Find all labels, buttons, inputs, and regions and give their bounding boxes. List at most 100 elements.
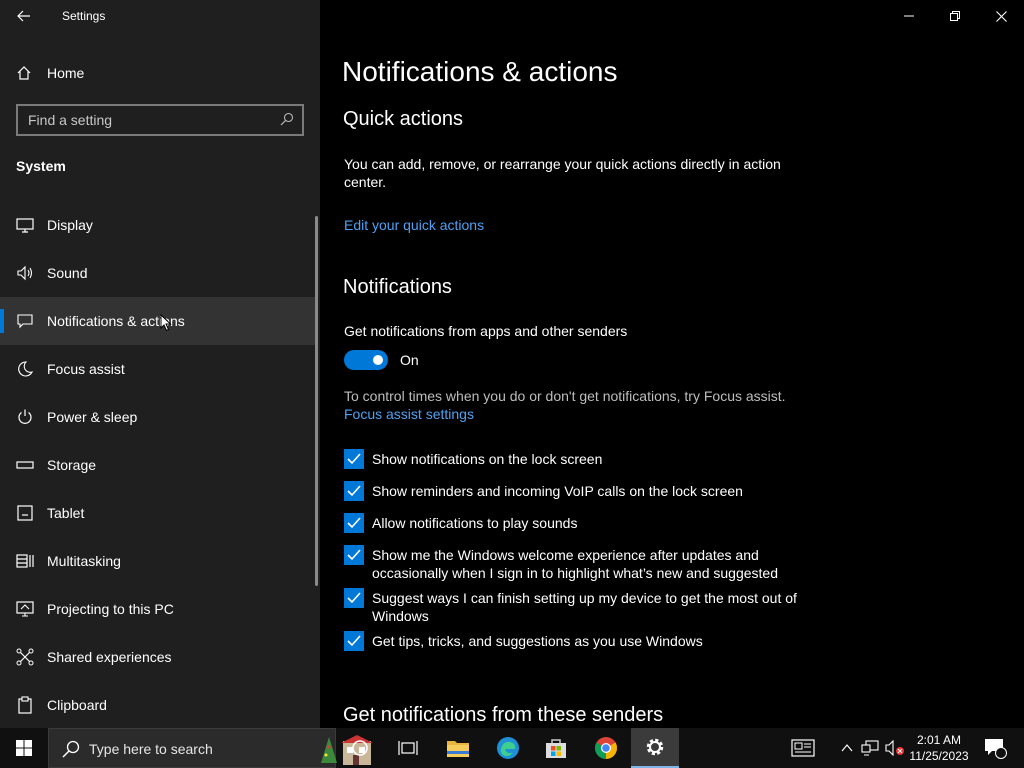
sidebar-scrollbar[interactable] (315, 216, 318, 586)
sidebar-item-sound[interactable]: Sound (0, 249, 316, 297)
title-bar: Settings (0, 0, 320, 32)
projecting-icon (16, 601, 34, 617)
sidebar-item-focus-assist[interactable]: Focus assist (0, 345, 316, 393)
edge-icon (497, 737, 519, 759)
restore-icon (950, 11, 960, 21)
sidebar-nav: Display Sound Notifications & actions Fo… (0, 201, 320, 729)
network-button[interactable] (858, 728, 882, 768)
page-title: Notifications & actions (342, 56, 618, 87)
sidebar-item-label: Tablet (47, 505, 85, 521)
message-icon (17, 314, 33, 329)
folder-icon (447, 741, 469, 757)
sidebar-item-shared-experiences[interactable]: Shared experiences (0, 633, 316, 681)
sidebar-item-notifications[interactable]: Notifications & actions (0, 297, 316, 345)
checkbox-label: Get tips, tricks, and suggestions as you… (372, 633, 703, 649)
checkmark-icon (347, 517, 361, 529)
checkbox[interactable] (344, 545, 364, 565)
checkbox[interactable] (344, 588, 364, 608)
news-widget-button[interactable] (786, 728, 820, 768)
sidebar-item-display[interactable]: Display (0, 201, 316, 249)
edge-button[interactable] (484, 728, 532, 768)
notifications-heading: Notifications (343, 276, 452, 298)
toggle-state-label: On (400, 352, 419, 368)
edit-quick-actions-link[interactable]: Edit your quick actions (344, 217, 484, 233)
close-button[interactable] (978, 0, 1024, 32)
focus-assist-hint: To control times when you do or don't ge… (344, 388, 786, 404)
sidebar-item-power-sleep[interactable]: Power & sleep (0, 393, 316, 441)
sidebar-item-projecting[interactable]: Projecting to this PC (0, 585, 316, 633)
multitasking-icon (16, 554, 34, 568)
start-button[interactable] (0, 728, 48, 768)
windows-logo-icon (16, 740, 32, 756)
chrome-button[interactable] (582, 728, 630, 768)
quick-actions-heading: Quick actions (343, 108, 464, 130)
taskbar: Type here to search 2:01 AM 11/25/2023 1 (0, 728, 1024, 768)
senders-heading: Get notifications from these senders (343, 704, 664, 726)
focus-assist-settings-link[interactable]: Focus assist settings (344, 406, 474, 422)
selection-indicator (0, 309, 4, 333)
sidebar-item-label: Projecting to this PC (47, 601, 174, 617)
moon-icon (18, 361, 34, 377)
back-button[interactable] (8, 4, 40, 28)
mouse-cursor-icon (160, 314, 172, 332)
checkmark-icon (347, 549, 361, 561)
taskbar-search-box[interactable]: Type here to search (48, 728, 373, 768)
quick-actions-description: You can add, remove, or rearrange your q… (344, 156, 781, 190)
tablet-icon (17, 505, 33, 521)
checkbox[interactable] (344, 481, 364, 501)
find-setting-input[interactable] (28, 111, 268, 129)
checkbox-label: Allow notifications to play sounds (372, 515, 578, 531)
chevron-up-icon (841, 744, 853, 752)
file-explorer-button[interactable] (434, 728, 482, 768)
notifications-toggle[interactable] (344, 350, 388, 370)
network-icon (861, 740, 879, 756)
speaker-icon (17, 265, 33, 281)
checkbox[interactable] (344, 449, 364, 469)
notification-count-badge: 1 (992, 743, 998, 753)
sidebar-item-tablet[interactable]: Tablet (0, 489, 316, 537)
sidebar-item-multitasking[interactable]: Multitasking (0, 537, 316, 585)
sidebar-item-label: Shared experiences (47, 649, 172, 665)
restore-button[interactable] (932, 0, 978, 32)
power-icon (18, 409, 32, 424)
task-view-button[interactable] (384, 728, 432, 768)
checkmark-icon (347, 592, 361, 604)
clipboard-icon (18, 696, 32, 714)
gear-icon (646, 738, 664, 756)
taskbar-search-placeholder: Type here to search (89, 741, 213, 757)
checkbox-label: Show reminders and incoming VoIP calls o… (372, 483, 743, 499)
volume-muted-icon (885, 740, 904, 756)
clock-time: 2:01 AM (916, 733, 962, 747)
sidebar-item-home[interactable]: Home (0, 55, 320, 91)
settings-button[interactable] (631, 728, 679, 768)
store-icon (546, 739, 566, 758)
taskbar-clock[interactable]: 2:01 AM 11/25/2023 (904, 732, 974, 764)
news-icon (791, 739, 815, 757)
sidebar-item-label: Clipboard (47, 697, 107, 713)
task-view-icon (398, 741, 418, 755)
minimize-button[interactable] (886, 0, 932, 32)
checkmark-icon (347, 485, 361, 497)
action-center-button[interactable]: 1 (978, 728, 1012, 768)
find-setting-search[interactable] (16, 104, 304, 136)
sidebar-item-label: Storage (47, 457, 97, 473)
checkmark-icon (347, 635, 361, 647)
app-title: Settings (62, 9, 106, 23)
cortana-button[interactable] (336, 728, 384, 768)
notifications-toggle-label: Get notifications from apps and other se… (344, 323, 628, 339)
cortana-circle-icon (352, 740, 368, 756)
sidebar-item-label: Display (47, 217, 93, 233)
checkbox[interactable] (344, 631, 364, 651)
toggle-knob (373, 355, 383, 365)
search-icon[interactable] (280, 112, 294, 126)
sidebar-item-storage[interactable]: Storage (0, 441, 316, 489)
show-hidden-icons-button[interactable] (836, 728, 858, 768)
content-pane: Notifications & actions Quick actions Yo… (320, 0, 1024, 728)
checkmark-icon (347, 453, 361, 465)
sidebar-item-clipboard[interactable]: Clipboard (0, 681, 316, 729)
checkbox-label: Show notifications on the lock screen (372, 451, 603, 467)
sidebar-item-label: Power & sleep (47, 409, 138, 425)
checkbox[interactable] (344, 513, 364, 533)
sidebar-item-label: Multitasking (47, 553, 121, 569)
microsoft-store-button[interactable] (532, 728, 580, 768)
